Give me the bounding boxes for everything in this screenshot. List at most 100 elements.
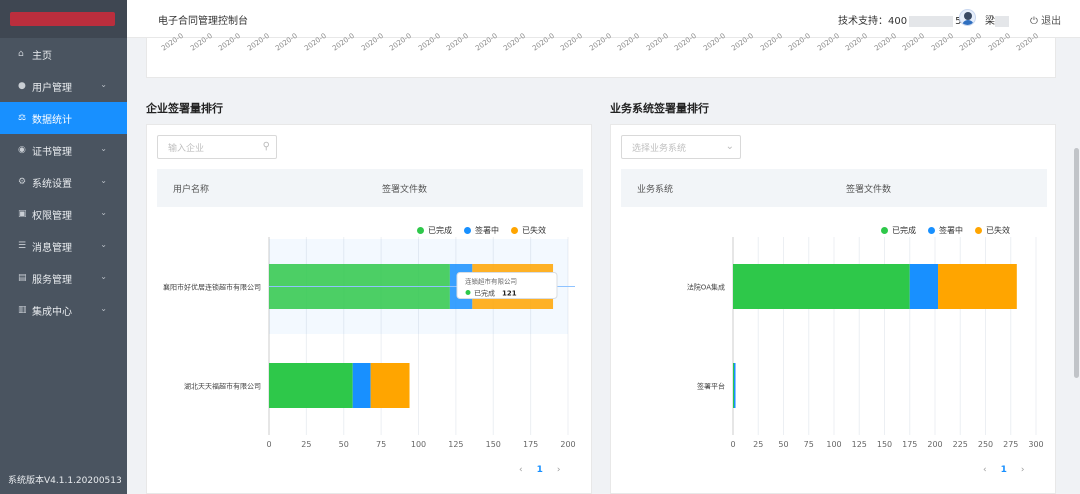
x-tick-label: 25 xyxy=(301,440,311,449)
chart-legend: 已完成 签署中 已失效 xyxy=(405,225,546,236)
user-name[interactable]: 梁 xyxy=(985,12,1009,27)
legend-item[interactable]: 签署中 xyxy=(464,225,499,236)
sidebar-item[interactable]: ⌂ 主页 xyxy=(0,38,127,70)
integration-icon: ▥ xyxy=(18,305,27,315)
legend-label: 已完成 xyxy=(428,226,452,235)
chevron-down-icon: ⌄ xyxy=(100,304,107,313)
trend-chart-card: 2020-0 2020-0 2020-0 2020-0 2020-0 2020-0 2020… xyxy=(146,32,1056,78)
legend-item[interactable]: 签署中 xyxy=(928,225,963,236)
home-icon: ⌂ xyxy=(18,49,24,59)
x-tick-label: 0 xyxy=(730,440,735,449)
stats-icon: ⚖ xyxy=(18,113,27,123)
sidebar-item-label: 权限管理 xyxy=(32,210,72,222)
sidebar-item-label: 消息管理 xyxy=(32,242,72,254)
system-select[interactable]: 选择业务系统 ⌄ xyxy=(621,135,741,159)
sidebar-item-label: 集成中心 xyxy=(32,306,72,318)
category-label: 襄阳市好优居连锁超市有限公司 xyxy=(163,283,261,292)
legend-swatch xyxy=(881,227,888,234)
next-page-icon[interactable]: › xyxy=(1021,465,1025,475)
sidebar-item-label: 证书管理 xyxy=(32,146,72,158)
prev-page-icon[interactable]: ‹ xyxy=(983,465,987,475)
company-bar-chart: 0 25 50 75 100 125 150 175 200 襄阳市好优居连锁超市有限公司湖北天天… xyxy=(163,237,576,449)
sidebar-item[interactable]: ◉ 证书管理 ⌄ xyxy=(0,134,127,166)
table-header: 业务系统 签署文件数 xyxy=(621,169,1047,207)
legend-item[interactable]: 已完成 xyxy=(417,225,452,236)
sidebar-item[interactable]: ● 用户管理 ⌄ xyxy=(0,70,127,102)
x-tick-label: 125 xyxy=(448,440,463,449)
legend-label: 签署中 xyxy=(475,226,499,235)
legend-label: 签署中 xyxy=(939,226,963,235)
logout-button[interactable]: ⏻ 退出 xyxy=(1030,12,1061,27)
legend-item[interactable]: 已完成 xyxy=(881,225,916,236)
sidebar-item-label: 数据统计 xyxy=(32,114,72,126)
x-tick-label: 0 xyxy=(266,440,271,449)
sidebar-item[interactable]: ▥ 集成中心 ⌄ xyxy=(0,294,127,326)
top-bar: 电子合同管理控制台 技术支持：40050 梁 ⏻ 退出 xyxy=(127,0,1080,38)
x-tick-label: 75 xyxy=(376,440,386,449)
legend-swatch xyxy=(928,227,935,234)
x-tick-label: 225 xyxy=(953,440,968,449)
sidebar-item-label: 主页 xyxy=(32,50,52,62)
redacted-mask xyxy=(995,15,1009,27)
chevron-down-icon: ⌄ xyxy=(100,176,107,185)
table-header: 用户名称 签署文件数 xyxy=(157,169,583,207)
right-section-title: 业务系统签署量排行 xyxy=(610,102,709,115)
legend-item[interactable]: 已失效 xyxy=(975,225,1010,236)
bar-segment xyxy=(938,264,1017,309)
chevron-down-icon: ⌄ xyxy=(100,272,107,281)
sidebar-item[interactable]: ☰ 消息管理 ⌄ xyxy=(0,230,127,262)
legend-item[interactable]: 已失效 xyxy=(511,225,546,236)
app-title: 电子合同管理控制台 xyxy=(158,16,248,27)
next-page-icon[interactable]: › xyxy=(557,465,561,475)
select-placeholder: 选择业务系统 xyxy=(632,143,687,154)
gear-icon: ⚙ xyxy=(18,177,27,187)
company-ranking-card: 输入企业 ⚲ 用户名称 签署文件数 已完成 签署中 已失效 0 25 50 75 100 125… xyxy=(146,124,592,494)
col-file-count: 签署文件数 xyxy=(846,185,892,195)
sidebar-item[interactable]: ▣ 权限管理 ⌄ xyxy=(0,198,127,230)
scrollbar[interactable] xyxy=(1073,38,1080,494)
service-icon: ▤ xyxy=(18,273,27,283)
version-label: 系统版本V4.1.1.20200513 xyxy=(8,476,122,486)
category-label: 签署平台 xyxy=(697,382,725,391)
system-ranking-card: 选择业务系统 ⌄ 业务系统 签署文件数 已完成 签署中 已失效 0 25 50 75 100 1… xyxy=(610,124,1056,494)
col-user-name: 用户名称 xyxy=(173,185,210,195)
user-icon: ● xyxy=(18,81,26,91)
company-search-input[interactable]: 输入企业 ⚲ xyxy=(157,135,277,159)
legend-label: 已失效 xyxy=(522,226,546,235)
prev-page-icon[interactable]: ‹ xyxy=(519,465,523,475)
sidebar-item-label: 服务管理 xyxy=(32,274,72,286)
avatar[interactable] xyxy=(959,9,976,26)
x-tick-label: 50 xyxy=(778,440,788,449)
search-icon: ⚲ xyxy=(262,141,270,152)
x-tick-label: 200 xyxy=(560,440,575,449)
bar-segment xyxy=(909,264,939,309)
lock-icon: ▣ xyxy=(18,209,27,219)
category-label: 湖北天天福超市有限公司 xyxy=(184,382,261,391)
sidebar-item[interactable]: ⚖ 数据统计 xyxy=(0,102,127,134)
scrollbar-thumb[interactable] xyxy=(1074,148,1079,378)
tooltip-series: 已完成 xyxy=(474,289,495,298)
x-tick-label: 150 xyxy=(877,440,892,449)
main-content: 2020-0 2020-0 2020-0 2020-0 2020-0 2020-0 2020… xyxy=(127,32,1073,494)
redacted-mask xyxy=(909,15,954,27)
bar-segment xyxy=(733,264,910,309)
legend-label: 已失效 xyxy=(986,226,1010,235)
current-page[interactable]: 1 xyxy=(1001,465,1007,475)
x-tick-label: 200 xyxy=(927,440,942,449)
x-tick-label: 100 xyxy=(826,440,841,449)
chevron-down-icon: ⌄ xyxy=(100,240,107,249)
chevron-down-icon: ⌄ xyxy=(725,141,734,152)
sidebar-item[interactable]: ▤ 服务管理 ⌄ xyxy=(0,262,127,294)
tooltip-value: 121 xyxy=(502,290,517,298)
sidebar: ⌂ 主页 ● 用户管理 ⌄ ⚖ 数据统计 ◉ 证书管理 ⌄ ⚙ 系统设置 ⌄ ▣ 权限管理 ⌄ ☰ 消息管理 ⌄ ▤ 服… xyxy=(0,0,127,494)
x-tick-label: 25 xyxy=(753,440,763,449)
pagination: ‹ 1 › xyxy=(983,465,1024,475)
brand-logo[interactable] xyxy=(0,0,127,38)
support-label: 技术支持：400 xyxy=(838,16,908,27)
x-tick-label: 100 xyxy=(411,440,426,449)
x-tick-label: 50 xyxy=(339,440,349,449)
sidebar-item[interactable]: ⚙ 系统设置 ⌄ xyxy=(0,166,127,198)
current-page[interactable]: 1 xyxy=(537,465,543,475)
col-system: 业务系统 xyxy=(637,185,674,195)
bar-segment xyxy=(734,363,736,408)
